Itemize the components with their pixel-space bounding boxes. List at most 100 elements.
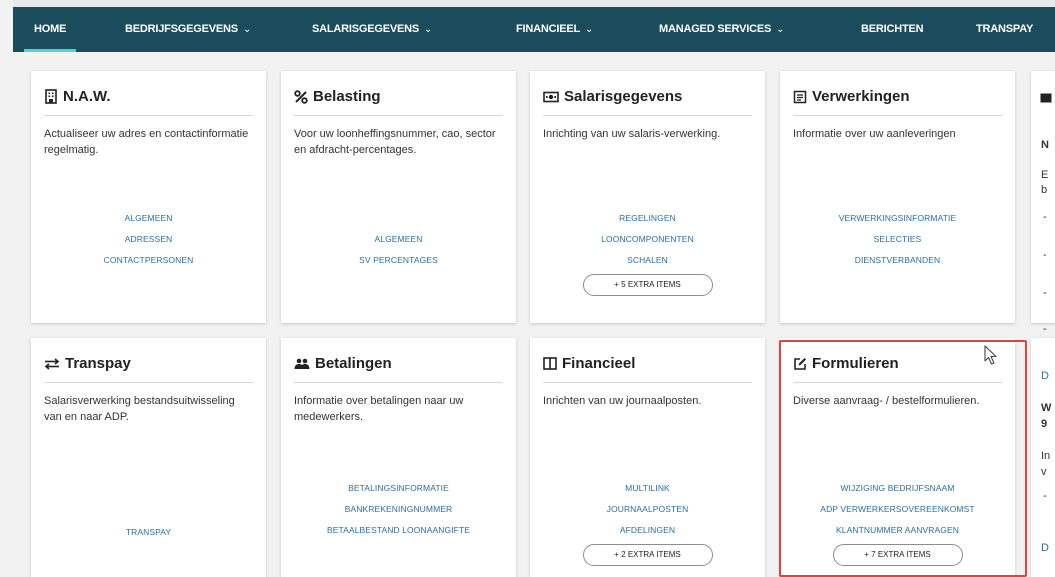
card-description: Voor uw loonheffingsnummer, cao, sector … [294, 128, 496, 156]
link-dienstverbanden[interactable]: DIENSTVERBANDEN [780, 250, 1015, 271]
card-title: Financieel [543, 355, 635, 372]
nav-financieel-label: FINANCIEEL [516, 23, 581, 35]
partial-text: D [1041, 542, 1049, 554]
mouse-pointer-icon [984, 345, 998, 370]
partial-text: - [1043, 249, 1047, 261]
divider [44, 382, 253, 383]
link-regelingen[interactable]: REGELINGEN [530, 208, 765, 229]
card-belasting: Belasting Voor uw loonheffingsnummer, ca… [281, 71, 516, 323]
divider [543, 115, 752, 116]
card-links: MULTILINK JOURNAALPOSTEN AFDELINGEN + 2 … [530, 478, 765, 566]
card-title-text: Transpay [65, 355, 131, 372]
divider [44, 115, 253, 116]
divider [294, 115, 503, 116]
card-links: REGELINGEN LOONCOMPONENTEN SCHALEN + 5 E… [530, 208, 765, 296]
link-transpay[interactable]: TRANSPAY [31, 522, 266, 543]
chevron-down-icon: ⌄ [424, 24, 433, 35]
report-icon [793, 90, 807, 104]
partial-text: - [1043, 323, 1047, 335]
card-title-text: Salarisgegevens [564, 88, 683, 105]
link-algemeen[interactable]: ALGEMEEN [31, 208, 266, 229]
money-icon [543, 91, 559, 103]
link-journaalposten[interactable]: JOURNAALPOSTEN [530, 499, 765, 520]
card-salarisgegevens: Salarisgegevens Inrichting van uw salari… [530, 71, 765, 323]
link-adressen[interactable]: ADRESSEN [31, 229, 266, 250]
link-schalen[interactable]: SCHALEN [530, 250, 765, 271]
card-description: Inrichting van uw salaris-verwerking. [543, 128, 721, 140]
partial-text: E [1041, 169, 1049, 181]
card-description: Salarisverwerking bestandsuitwisseling v… [44, 395, 235, 423]
extra-items-button[interactable]: + 2 EXTRA ITEMS [582, 544, 713, 566]
card-description: Actualiseer uw adres en contactinformati… [44, 128, 249, 156]
card-title: Belasting [294, 88, 381, 105]
highlight-box [779, 340, 1027, 577]
chevron-down-icon: ⌄ [242, 24, 252, 35]
partial-text: v [1041, 466, 1047, 478]
columns-icon [543, 357, 557, 370]
card-description: Informatie over uw aanleveringen [793, 128, 956, 140]
nav-bedrijfsgegevens[interactable]: BEDRIJFSGEGEVENS ⌄ [125, 7, 251, 52]
chevron-down-icon: ⌄ [585, 24, 594, 35]
partial-text: 9 [1041, 418, 1048, 430]
partial-text: D [1041, 370, 1049, 382]
link-algemeen[interactable]: ALGEMEEN [281, 229, 516, 250]
nav-transpay-label: TRANSPAY [976, 23, 1034, 35]
partial-text: In [1041, 450, 1051, 462]
card-title-text: Financieel [562, 355, 636, 372]
link-looncomponenten[interactable]: LOONCOMPONENTEN [530, 229, 765, 250]
percent-icon [294, 89, 308, 104]
card-title: N.A.W. [44, 88, 111, 105]
divider [793, 115, 1002, 116]
card-partial-right-2: D W 9 In v - D [1031, 338, 1055, 577]
card-links: VERWERKINGSINFORMATIE SELECTIES DIENSTVE… [780, 208, 1015, 271]
nav-berichten-label: BERICHTEN [861, 23, 924, 35]
card-links: TRANSPAY [31, 522, 266, 543]
card-title: Verwerkingen [793, 88, 910, 105]
people-icon [294, 358, 310, 370]
link-betalingsinformatie[interactable]: BETALINGSINFORMATIE [281, 478, 516, 499]
nav-home[interactable]: HOME [23, 7, 77, 52]
link-multilink[interactable]: MULTILINK [530, 478, 765, 499]
card-verwerkingen: Verwerkingen Informatie over uw aanlever… [780, 71, 1015, 323]
extra-items-button[interactable]: + 5 EXTRA ITEMS [582, 274, 713, 296]
card-betalingen: Betalingen Informatie over betalingen na… [281, 338, 516, 577]
link-bankrekeningnummer[interactable]: BANKREKENINGNUMMER [281, 499, 516, 520]
partial-text: W [1041, 402, 1052, 414]
card-transpay: Transpay Salarisverwerking bestandsuitwi… [31, 338, 266, 577]
card-naw: N.A.W. Actualiseer uw adres en contactin… [31, 71, 266, 323]
link-verwerkingsinformatie[interactable]: VERWERKINGSINFORMATIE [780, 208, 1015, 229]
card-title-text: Betalingen [315, 355, 392, 372]
card-title-text: N.A.W. [63, 88, 111, 105]
building-icon [44, 89, 58, 104]
card-partial-right: N E b - - - - [1031, 71, 1055, 335]
card-links: BETALINGSINFORMATIE BANKREKENINGNUMMER B… [281, 478, 516, 541]
nav-home-label: HOME [34, 23, 67, 35]
divider [294, 382, 503, 383]
link-afdelingen[interactable]: AFDELINGEN [530, 520, 765, 541]
link-contactpersonen[interactable]: CONTACTPERSONEN [31, 250, 266, 271]
link-selecties[interactable]: SELECTIES [780, 229, 1015, 250]
nav-financieel[interactable]: FINANCIEEL ⌄ [516, 7, 593, 52]
nav-salarisgegevens[interactable]: SALARISGEGEVENS ⌄ [312, 7, 432, 52]
card-title: Betalingen [294, 355, 392, 372]
card-title-text: Verwerkingen [812, 88, 910, 105]
envelope-icon [1040, 90, 1052, 108]
card-description: Informatie over betalingen naar uw medew… [294, 395, 464, 423]
partial-text: N [1041, 139, 1049, 151]
nav-salarisgegevens-label: SALARISGEGEVENS [312, 23, 420, 35]
card-financieel: Financieel Inrichten van uw journaalpost… [530, 338, 765, 577]
chevron-down-icon: ⌄ [776, 24, 785, 35]
link-betaalbestand-loonaangifte[interactable]: BETAALBESTAND LOONAANGIFTE [281, 520, 516, 541]
partial-text: - [1043, 490, 1047, 502]
card-title-text: Belasting [313, 88, 381, 105]
nav-managed-services-label: MANAGED SERVICES [659, 23, 772, 35]
card-links: ALGEMEEN SV PERCENTAGES [281, 229, 516, 271]
card-links: ALGEMEEN ADRESSEN CONTACTPERSONEN [31, 208, 266, 271]
link-sv-percentages[interactable]: SV PERCENTAGES [281, 250, 516, 271]
divider [543, 382, 752, 383]
partial-text: - [1043, 211, 1047, 223]
nav-transpay[interactable]: TRANSPAY [976, 7, 1033, 52]
card-title: Salarisgegevens [543, 88, 682, 105]
nav-berichten[interactable]: BERICHTEN [861, 7, 924, 52]
nav-managed-services[interactable]: MANAGED SERVICES ⌄ [659, 7, 785, 52]
